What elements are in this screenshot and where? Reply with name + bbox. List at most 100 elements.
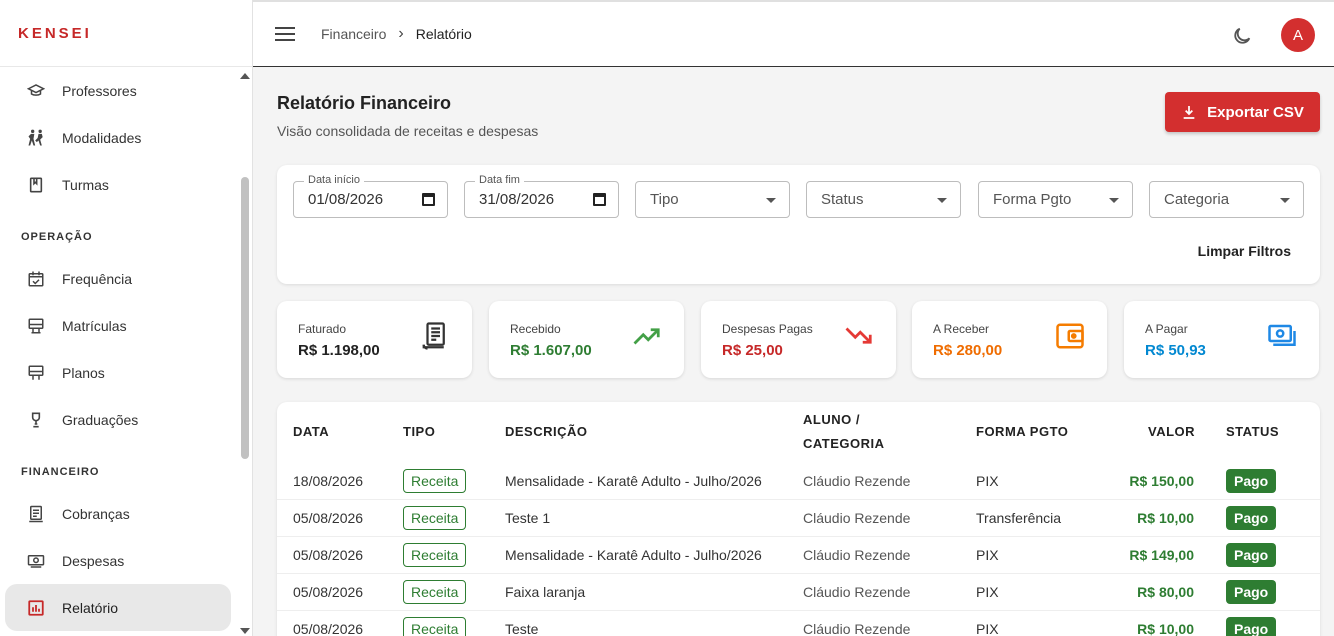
filters-card: Data início 01/08/2026 Data fim 31/08/20…	[277, 165, 1320, 284]
status-select[interactable]: Status	[806, 181, 961, 218]
calendar-icon[interactable]	[593, 193, 606, 206]
kpi-value: R$ 1.607,00	[510, 342, 592, 359]
scrollbar-thumb[interactable]	[241, 177, 249, 459]
column-header-data[interactable]: DATA	[293, 420, 329, 444]
column-header-tipo[interactable]: TIPO	[403, 420, 435, 444]
status-badge: Pago	[1226, 506, 1277, 530]
column-header-forma-pgto[interactable]: FORMA PGTO	[976, 420, 1068, 444]
end-date-input[interactable]: Data fim 31/08/2026	[464, 174, 619, 218]
download-icon	[1183, 106, 1195, 119]
cell-forma-pgto: PIX	[976, 547, 999, 563]
book-icon	[26, 175, 46, 195]
receipt-icon	[26, 504, 46, 524]
tipo-select[interactable]: Tipo	[635, 181, 790, 218]
brand-name: KENSEI	[18, 24, 92, 42]
kpi-label: A Receber	[933, 322, 990, 336]
kpi-label: Despesas Pagas	[722, 322, 813, 336]
sidebar-item-matriculas[interactable]: Matrículas	[5, 302, 231, 349]
table-row[interactable]: 05/08/2026 Receita Teste 1 Cláudio Rezen…	[277, 500, 1320, 537]
cell-forma-pgto: Transferência	[976, 510, 1062, 526]
scroll-up-arrow-icon[interactable]	[240, 73, 250, 79]
hamburger-menu-icon[interactable]	[275, 27, 295, 41]
status-badge: Pago	[1226, 617, 1277, 636]
sidebar-scrollbar[interactable]	[237, 67, 252, 636]
kpi-recebido: Recebido R$ 1.607,00	[489, 301, 684, 378]
column-header-status[interactable]: STATUS	[1226, 420, 1279, 444]
column-header-aluno-line2: CATEGORIA	[803, 436, 885, 451]
moon-icon[interactable]	[1231, 25, 1253, 47]
cell-descricao: Mensalidade - Karatê Adulto - Julho/2026	[505, 547, 762, 563]
tipo-select-label: Tipo	[650, 191, 679, 208]
tipo-chip: Receita	[403, 617, 467, 636]
cell-valor: R$ 10,00	[1137, 510, 1194, 526]
cash-icon	[26, 551, 46, 571]
page-subtitle: Visão consolidada de receitas e despesas	[277, 123, 539, 139]
enrollment-icon	[26, 316, 46, 336]
medal-icon	[26, 410, 46, 430]
cell-forma-pgto: PIX	[976, 473, 999, 489]
sidebar: KENSEI Professores Modalidades Turmas OP…	[0, 0, 253, 636]
categoria-select[interactable]: Categoria	[1149, 181, 1304, 218]
cell-data: 05/08/2026	[293, 510, 364, 526]
scroll-down-arrow-icon[interactable]	[240, 628, 250, 634]
table-row[interactable]: 05/08/2026 Receita Mensalidade - Karatê …	[277, 537, 1320, 574]
status-badge: Pago	[1226, 580, 1277, 604]
sidebar-item-graduacoes[interactable]: Graduações	[5, 396, 231, 443]
cell-aluno: Cláudio Rezende	[803, 584, 911, 600]
receipt-icon	[422, 322, 445, 350]
sidebar-item-professores[interactable]: Professores	[5, 67, 231, 114]
clear-filters-button[interactable]: Limpar Filtros	[1198, 243, 1291, 259]
export-csv-button[interactable]: Exportar CSV	[1165, 92, 1320, 132]
money-icon	[1268, 324, 1296, 346]
sidebar-item-label: Relatório	[62, 599, 119, 616]
column-header-descricao[interactable]: DESCRIÇÃO	[505, 420, 588, 444]
sidebar-item-frequencia[interactable]: Frequência	[5, 255, 231, 302]
cell-data: 05/08/2026	[293, 621, 364, 636]
sidebar-item-label: Modalidades	[62, 129, 142, 146]
breadcrumb: Financeiro › Relatório	[321, 25, 472, 43]
table-row[interactable]: 18/08/2026 Receita Mensalidade - Karatê …	[277, 463, 1320, 500]
column-header-aluno-line1: ALUNO /	[803, 412, 860, 427]
forma-pgto-select[interactable]: Forma Pgto	[978, 181, 1133, 218]
cell-aluno: Cláudio Rezende	[803, 621, 911, 636]
forma-pgto-select-label: Forma Pgto	[993, 191, 1072, 208]
end-date-label: Data fim	[475, 174, 524, 186]
chevron-down-icon	[1280, 198, 1290, 203]
sidebar-item-turmas[interactable]: Turmas	[5, 161, 231, 208]
sidebar-nav: Professores Modalidades Turmas OPERAÇÃO …	[0, 67, 236, 631]
tipo-chip: Receita	[403, 506, 467, 530]
sidebar-item-planos[interactable]: Planos	[5, 349, 231, 396]
sidebar-item-relatorio[interactable]: Relatório	[5, 584, 231, 631]
trending-down-icon	[845, 327, 872, 344]
calendar-icon[interactable]	[422, 193, 435, 206]
column-header-valor[interactable]: VALOR	[1148, 420, 1195, 444]
cell-data: 05/08/2026	[293, 584, 364, 600]
cell-aluno: Cláudio Rezende	[803, 510, 911, 526]
table-row[interactable]: 05/08/2026 Receita Faixa laranja Cláudio…	[277, 574, 1320, 611]
main-content: Relatório Financeiro Visão consolidada d…	[253, 67, 1334, 636]
table-row[interactable]: 05/08/2026 Receita Teste Cláudio Rezende…	[277, 611, 1320, 636]
sidebar-item-modalidades[interactable]: Modalidades	[5, 114, 231, 161]
cell-forma-pgto: PIX	[976, 621, 999, 636]
cell-valor: R$ 10,00	[1137, 621, 1194, 636]
breadcrumb-financeiro[interactable]: Financeiro	[321, 26, 386, 42]
avatar[interactable]: A	[1281, 18, 1315, 52]
wallet-icon	[1056, 323, 1084, 349]
sidebar-item-despesas[interactable]: Despesas	[5, 537, 231, 584]
brand-logo[interactable]: KENSEI	[0, 0, 252, 67]
column-header-aluno[interactable]: ALUNO / CATEGORIA	[803, 408, 885, 456]
cell-valor: R$ 80,00	[1137, 584, 1194, 600]
bar-chart-icon	[26, 598, 46, 618]
sidebar-item-label: Matrículas	[62, 317, 127, 334]
cell-descricao: Mensalidade - Karatê Adulto - Julho/2026	[505, 473, 762, 489]
start-date-input[interactable]: Data início 01/08/2026	[293, 174, 448, 218]
chevron-down-icon	[766, 198, 776, 203]
trending-up-icon	[633, 328, 660, 345]
cell-forma-pgto: PIX	[976, 584, 999, 600]
sidebar-item-label: Frequência	[62, 270, 133, 287]
cell-data: 05/08/2026	[293, 547, 364, 563]
sidebar-item-cobrancas[interactable]: Cobranças	[5, 490, 231, 537]
cell-valor: R$ 150,00	[1129, 473, 1194, 489]
categoria-select-label: Categoria	[1164, 191, 1230, 208]
transactions-table: DATA TIPO DESCRIÇÃO ALUNO / CATEGORIA FO…	[277, 402, 1320, 636]
